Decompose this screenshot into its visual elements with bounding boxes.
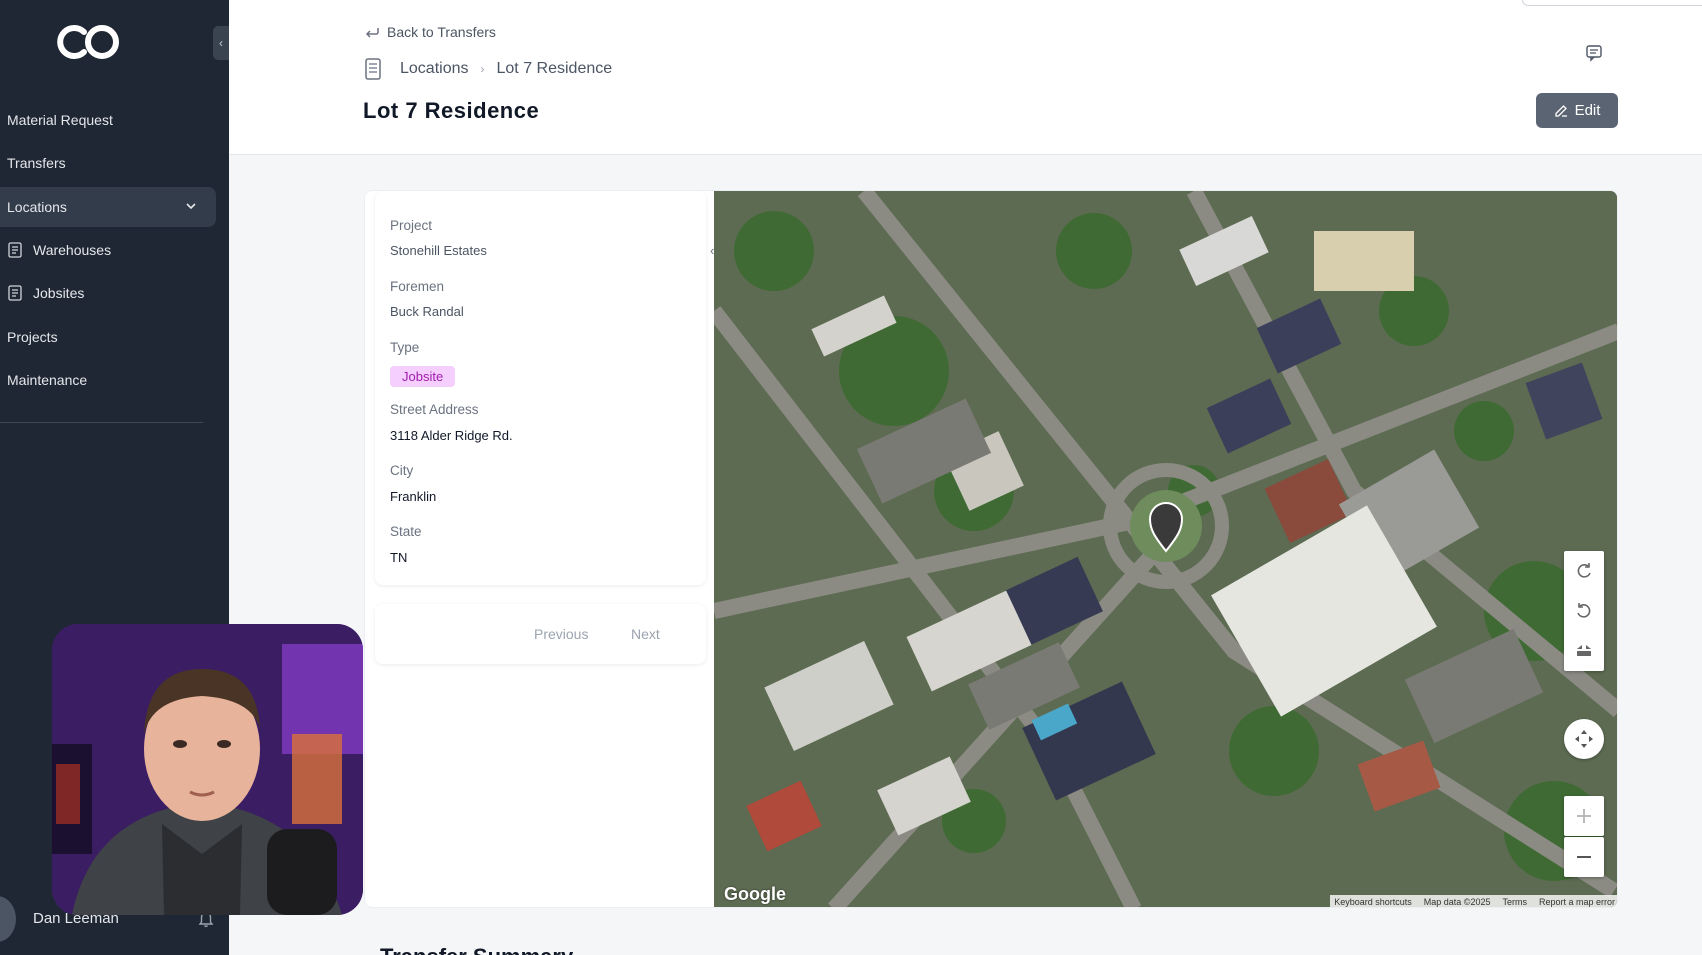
field-value-state: TN xyxy=(390,550,408,565)
field-value-foremen: Buck Randal xyxy=(390,304,464,319)
pager: Previous Next xyxy=(375,604,706,664)
minus-icon xyxy=(1577,856,1591,858)
page-title: Lot 7 Residence xyxy=(363,98,540,123)
map-data-label: Map data ©2025 xyxy=(1423,897,1491,907)
back-link-label: Back to Transfers xyxy=(387,24,496,40)
sidebar-item-transfers[interactable]: Transfers xyxy=(0,143,216,183)
field-value-city: Franklin xyxy=(390,489,437,504)
sidebar-item-label: Projects xyxy=(7,329,58,345)
satellite-imagery xyxy=(714,191,1617,907)
sidebar-item-jobsites[interactable]: Jobsites xyxy=(0,273,216,313)
top-search-strip[interactable] xyxy=(1522,0,1702,6)
sidebar-item-label: Jobsites xyxy=(33,285,85,301)
next-button[interactable]: Next xyxy=(631,626,660,642)
field-value-street: 3118 Alder Ridge Rd. xyxy=(390,428,513,443)
pencil-icon xyxy=(1554,104,1567,117)
field-label-state: State xyxy=(390,524,422,539)
field-label-project: Project xyxy=(390,218,433,233)
plus-icon xyxy=(1577,809,1591,823)
section-title: Transfer Summary xyxy=(380,944,573,955)
return-arrow-icon xyxy=(365,28,379,38)
chevron-down-icon xyxy=(186,203,196,210)
rotate-counterclockwise-icon[interactable] xyxy=(1574,601,1594,621)
sidebar-item-label: Locations xyxy=(7,199,67,215)
rotate-clockwise-icon[interactable] xyxy=(1574,561,1594,581)
sidebar-divider xyxy=(0,422,203,423)
type-badge: Jobsite xyxy=(390,366,456,387)
map-view[interactable]: Google Keyboard shortcuts Map data ©2025… xyxy=(714,191,1617,907)
breadcrumb: Locations › Lot 7 Residence xyxy=(364,58,612,80)
field-label-foremen: Foremen xyxy=(390,279,445,294)
sidebar-item-projects[interactable]: Projects xyxy=(0,317,216,357)
breadcrumb-current: Lot 7 Residence xyxy=(496,60,613,77)
back-link[interactable]: Back to Transfers xyxy=(364,24,496,40)
sidebar-item-warehouses[interactable]: Warehouses xyxy=(0,230,216,270)
field-label-type: Type xyxy=(390,340,420,355)
move-arrows-icon xyxy=(1575,730,1593,748)
sidebar-item-label: Material Request xyxy=(7,112,113,128)
document-icon xyxy=(365,58,381,80)
webcam-overlay xyxy=(52,624,363,915)
previous-button[interactable]: Previous xyxy=(534,626,588,642)
keyboard-shortcuts-link[interactable]: Keyboard shortcuts xyxy=(1334,897,1412,907)
edit-button[interactable]: Edit xyxy=(1536,93,1618,128)
presenter-video xyxy=(52,624,363,915)
location-card: Project Stonehill Estates Foremen Buck R… xyxy=(364,190,1618,908)
details-panel: Project Stonehill Estates Foremen Buck R… xyxy=(375,191,714,585)
sidebar-item-locations[interactable]: Locations xyxy=(0,187,216,227)
document-icon xyxy=(8,285,22,301)
breadcrumb-separator: › xyxy=(480,62,485,76)
comment-icon[interactable] xyxy=(1585,44,1603,62)
map-attribution: Keyboard shortcuts Map data ©2025 Terms … xyxy=(1330,895,1617,907)
sidebar-item-material-request[interactable]: Material Request xyxy=(0,100,216,140)
tilt-icon[interactable] xyxy=(1574,641,1594,661)
terms-link[interactable]: Terms xyxy=(1502,897,1527,907)
sidebar-collapse-button[interactable]: ‹ xyxy=(213,26,229,60)
google-logo: Google xyxy=(724,884,786,904)
report-error-link[interactable]: Report a map error xyxy=(1539,897,1615,907)
sidebar-item-maintenance[interactable]: Maintenance xyxy=(0,360,216,400)
sidebar-item-label: Warehouses xyxy=(33,242,112,258)
zoom-in-button[interactable] xyxy=(1564,796,1604,836)
pan-control[interactable] xyxy=(1564,719,1604,759)
zoom-out-button[interactable] xyxy=(1564,837,1604,877)
field-label-street: Street Address xyxy=(390,402,479,417)
logo[interactable] xyxy=(54,22,124,62)
edit-button-label: Edit xyxy=(1574,102,1601,119)
document-icon xyxy=(8,242,22,258)
map-rotate-controls xyxy=(1564,551,1604,671)
sidebar-item-label: Transfers xyxy=(7,155,66,171)
avatar[interactable] xyxy=(0,896,16,942)
field-label-city: City xyxy=(390,463,414,478)
sidebar-item-label: Maintenance xyxy=(7,372,88,388)
breadcrumb-locations[interactable]: Locations xyxy=(400,60,469,78)
field-value-project: Stonehill Estates xyxy=(390,243,487,258)
